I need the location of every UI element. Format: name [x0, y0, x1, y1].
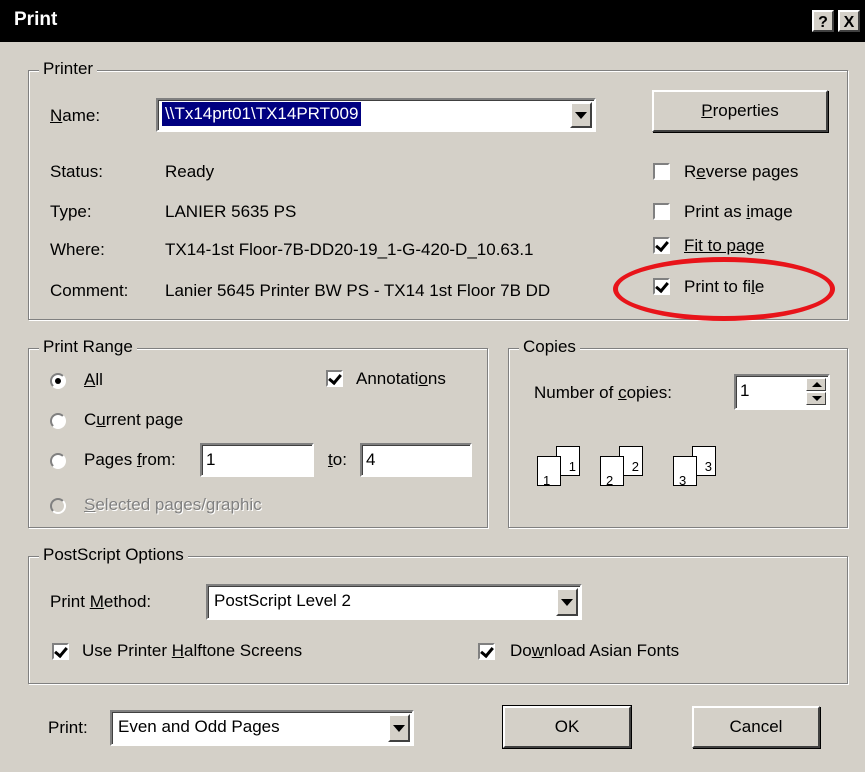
pages-label[interactable]: Pages from:	[84, 450, 176, 470]
current-page-label[interactable]: Current page	[84, 410, 183, 430]
print-method-label: Print Method:	[50, 592, 152, 611]
collate-page-front: 2	[600, 456, 624, 488]
chevron-down-icon[interactable]	[570, 102, 592, 128]
chevron-down-icon[interactable]	[556, 588, 578, 616]
print-method-value: PostScript Level 2	[214, 591, 352, 610]
properties-button[interactable]: Properties	[652, 90, 828, 132]
print-label: Print:	[48, 718, 88, 737]
copies-spinner[interactable]	[806, 378, 826, 406]
current-page-radio[interactable]	[50, 413, 66, 429]
printer-name-select[interactable]: \\Tx14prt01\TX14PRT009	[156, 98, 596, 132]
print-pages-select[interactable]: Even and Odd Pages	[110, 710, 414, 746]
asian-fonts-checkbox[interactable]	[478, 643, 495, 660]
copies-value: 1	[740, 381, 750, 400]
print-dialog: Print ? X Printer Name: \\Tx14prt01\TX14…	[0, 0, 865, 772]
halftone-label[interactable]: Use Printer Halftone Screens	[82, 641, 302, 661]
collate-page-front: 1	[537, 456, 561, 488]
print-as-image-label[interactable]: Print as image	[684, 202, 793, 222]
copies-legend: Copies	[519, 337, 580, 357]
title-bar[interactable]: Print ? X	[0, 0, 865, 42]
where-value: TX14-1st Floor-7B-DD20-19_1-G-420-D_10.6…	[165, 240, 534, 259]
print-range-legend: Print Range	[39, 337, 137, 357]
postscript-legend: PostScript Options	[39, 545, 188, 565]
asian-fonts-label[interactable]: Download Asian Fonts	[510, 641, 679, 661]
postscript-options-group: PostScript Options	[28, 545, 848, 684]
dialog-title: Print	[14, 9, 58, 30]
all-label[interactable]: All	[84, 370, 103, 390]
selected-pages-radio	[50, 498, 66, 514]
close-button[interactable]: X	[838, 10, 860, 32]
selected-pages-label: Selected pages/graphic	[84, 495, 262, 514]
help-button[interactable]: ?	[812, 10, 834, 32]
spin-up-icon[interactable]	[806, 378, 826, 391]
all-radio[interactable]	[50, 373, 66, 389]
number-of-copies-label: Number of copies:	[534, 383, 672, 402]
pages-to-label: to:	[328, 450, 347, 469]
annotations-label[interactable]: Annotations	[356, 369, 446, 389]
pages-radio[interactable]	[50, 453, 66, 469]
name-label: Name:	[50, 106, 101, 125]
print-as-image-checkbox[interactable]	[653, 203, 670, 220]
halftone-checkbox[interactable]	[52, 643, 69, 660]
fit-to-page-checkbox[interactable]	[653, 237, 670, 254]
cancel-button[interactable]: Cancel	[692, 706, 820, 748]
reverse-pages-checkbox[interactable]	[653, 163, 670, 180]
printer-legend: Printer	[39, 59, 98, 79]
where-label: Where:	[50, 240, 105, 259]
chevron-down-icon[interactable]	[388, 714, 410, 742]
status-value: Ready	[165, 162, 215, 181]
copies-input[interactable]: 1	[734, 374, 830, 410]
print-method-select[interactable]: PostScript Level 2	[206, 584, 582, 620]
ok-button[interactable]: OK	[502, 705, 632, 749]
status-label: Status:	[50, 162, 103, 181]
type-value: LANIER 5635 PS	[165, 202, 297, 221]
highlight-ellipse	[613, 257, 835, 321]
collate-page-front: 3	[673, 456, 697, 488]
comment-label: Comment:	[50, 281, 129, 300]
pages-to-input[interactable]: 4	[360, 443, 472, 477]
pages-from-input[interactable]: 1	[200, 443, 314, 477]
spin-down-icon[interactable]	[806, 392, 826, 405]
type-label: Type:	[50, 202, 92, 221]
comment-value: Lanier 5645 Printer BW PS - TX14 1st Flo…	[165, 281, 551, 300]
annotations-checkbox[interactable]	[326, 370, 343, 387]
printer-name-value: \\Tx14prt01\TX14PRT009	[162, 102, 362, 126]
print-pages-value: Even and Odd Pages	[118, 717, 280, 736]
reverse-pages-label[interactable]: Reverse pages	[684, 162, 798, 182]
fit-to-page-label[interactable]: Fit to page	[684, 236, 764, 256]
